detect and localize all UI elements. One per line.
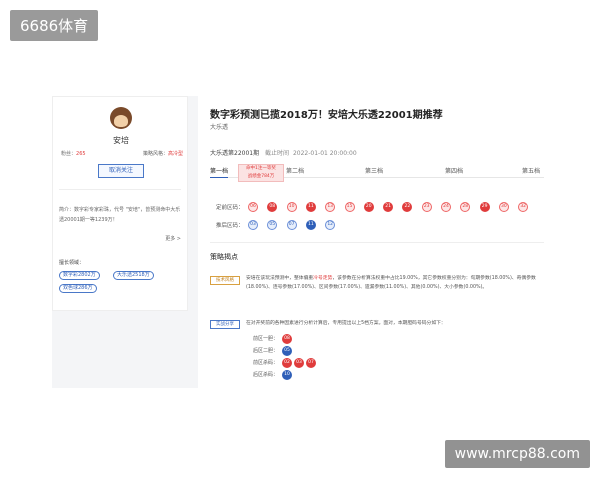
tag-ssq[interactable]: 双色球286万 bbox=[59, 284, 97, 293]
front-zone-label: 定前区码： bbox=[216, 205, 244, 211]
watermark-top: 6686体育 bbox=[10, 10, 99, 41]
front-ball: 22 bbox=[402, 202, 413, 212]
tech-style-text: 安培在该玩法预测中，整体偏重冷号走势，该参数在分析算法权重中占比19.00%，其… bbox=[246, 276, 536, 290]
section-divider bbox=[210, 242, 544, 243]
unfollow-button[interactable]: 取消关注 bbox=[98, 164, 144, 178]
back-ball: 11 bbox=[305, 220, 316, 230]
deadline-label: 截止时间 bbox=[265, 150, 290, 157]
tag-lotto[interactable]: 大乐透2518万 bbox=[113, 271, 154, 280]
profile-card: 安培 粉丝：265 策略风格：高冷型 取消关注 简介：数字彩专家彩珠，代号 "安… bbox=[52, 96, 188, 311]
front-ball: 29 bbox=[479, 202, 490, 212]
front-ball: 30 bbox=[498, 202, 509, 212]
more-link[interactable]: 更多 > bbox=[165, 235, 181, 242]
practice-text: 在对开奖前的各种因素进行分析计算后，专用提出以上5档方案。面对，本期胆码号码分如… bbox=[246, 321, 446, 326]
practice-label: 实战分享 bbox=[210, 320, 240, 329]
front-ball: 20 bbox=[363, 202, 374, 212]
back-ball: 12 bbox=[325, 220, 336, 230]
tab-tier-3[interactable]: 第三档 bbox=[365, 166, 383, 175]
zone-ball: 08 bbox=[282, 334, 292, 344]
zone-ball: 07 bbox=[306, 358, 316, 368]
prize-badge: 命中1注一等奖 战绩金784万 bbox=[238, 164, 284, 182]
zone-label: 前区杀码： bbox=[253, 360, 279, 366]
front-ball: 23 bbox=[421, 202, 432, 212]
front-ball: 10 bbox=[286, 202, 297, 212]
section-title: 策略揭点 bbox=[210, 253, 238, 261]
front-ball: 13 bbox=[325, 202, 336, 212]
front-ball: 08 bbox=[267, 202, 278, 212]
tab-tier-5[interactable]: 第五档 bbox=[522, 166, 540, 175]
article-title: 数字彩预测已揽2018万！安培大乐透22001期推荐 bbox=[210, 110, 443, 121]
issue-number: 大乐透第22001期 bbox=[210, 150, 260, 157]
back-zone-label: 推后区码： bbox=[216, 223, 244, 229]
profile-divider bbox=[59, 189, 181, 190]
front-ball: 21 bbox=[383, 202, 394, 212]
back-ball: 05 bbox=[267, 220, 278, 230]
content-frame: 安培 粉丝：265 策略风格：高冷型 取消关注 简介：数字彩专家彩珠，代号 "安… bbox=[52, 96, 548, 388]
deadline-value: 2022-01-01 20:00:00 bbox=[292, 150, 357, 157]
zone-ball: 03 bbox=[294, 358, 304, 368]
front-ball: 11 bbox=[305, 202, 316, 212]
stat-style: 策略风格：高冷型 bbox=[142, 151, 183, 157]
tab-tier-2[interactable]: 第二档 bbox=[286, 166, 304, 175]
zone-ball: 05 bbox=[282, 346, 292, 356]
zone-label: 前区一胆： bbox=[253, 336, 279, 342]
article-author: 大乐透 bbox=[210, 124, 229, 131]
zone-label: 后区杀码： bbox=[253, 372, 279, 378]
profile-name: 安培 bbox=[113, 136, 129, 145]
front-ball: 06 bbox=[248, 202, 258, 212]
tab-tier-4[interactable]: 第四档 bbox=[445, 166, 463, 175]
record-title: 擅长领域： bbox=[59, 260, 85, 266]
stat-fans: 粉丝：265 bbox=[61, 151, 86, 157]
zone-ball: 10 bbox=[282, 370, 292, 380]
issue-line: 大乐透第22001期 截止时间 2022-01-01 20:00:00 bbox=[210, 148, 357, 157]
zone-label: 后区二胆： bbox=[253, 348, 279, 354]
avatar-icon[interactable] bbox=[110, 107, 132, 129]
front-ball: 24 bbox=[441, 202, 451, 212]
back-ball: 03 bbox=[248, 220, 258, 230]
zone-ball: 02 bbox=[282, 358, 292, 368]
front-ball: 15 bbox=[344, 202, 355, 212]
tab-tier-1[interactable]: 第一档 bbox=[210, 166, 229, 178]
watermark-bottom: www.mrcp88.com bbox=[444, 440, 590, 468]
article-panel: 数字彩预测已揽2018万！安培大乐透22001期推荐 大乐透 大乐透第22001… bbox=[198, 96, 548, 388]
profile-stats: 粉丝：265 策略风格：高冷型 bbox=[61, 150, 183, 157]
back-ball: 07 bbox=[286, 220, 297, 230]
profile-intro: 简介：数字彩专家彩珠，代号 "安培"，曾预测命中大乐透20001期一等1239万… bbox=[59, 207, 181, 223]
front-ball: 28 bbox=[460, 202, 471, 212]
tag-digital[interactable]: 数字彩2802万 bbox=[59, 271, 100, 280]
tech-style-label: 技术风格 bbox=[210, 276, 240, 285]
front-ball: 32 bbox=[518, 202, 529, 212]
